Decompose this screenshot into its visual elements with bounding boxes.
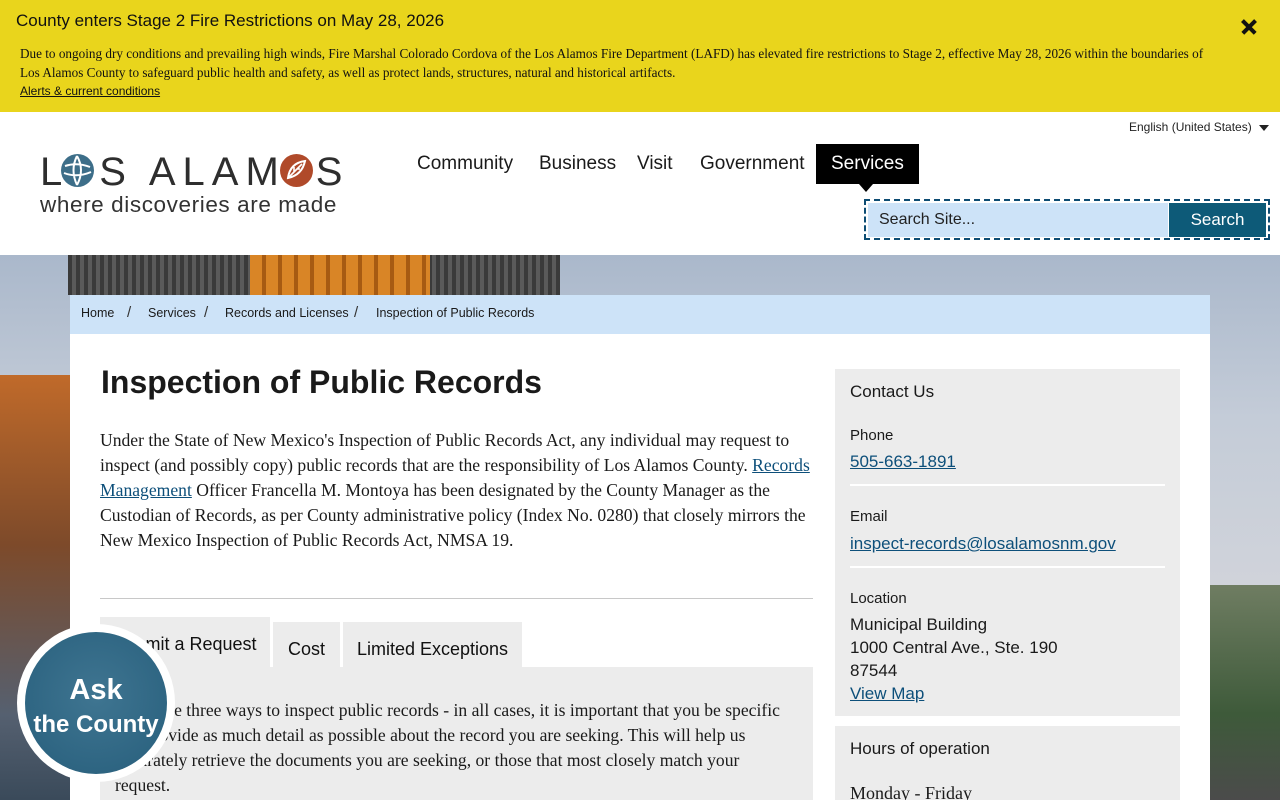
site-search: Search	[864, 199, 1270, 240]
nav-business[interactable]: Business	[539, 144, 616, 184]
alert-body: Due to ongoing dry conditions and prevai…	[20, 46, 1204, 80]
divider	[850, 484, 1165, 486]
nav-visit[interactable]: Visit	[637, 144, 673, 184]
breadcrumb-separator: /	[204, 304, 209, 321]
globe-icon	[61, 154, 94, 187]
location-label: Location	[850, 590, 907, 607]
email-label: Email	[850, 508, 888, 525]
nav-community[interactable]: Community	[417, 144, 513, 184]
logo-tagline: where discoveries are made	[40, 192, 337, 217]
breadcrumb-current: Inspection of Public Records	[376, 306, 535, 320]
search-input[interactable]	[868, 203, 1168, 237]
site-header: English (United States) LS ALAM S where d…	[0, 112, 1280, 255]
phone-link[interactable]: 505-663-1891	[850, 452, 956, 472]
view-map-link[interactable]: View Map	[850, 684, 924, 704]
hours-heading: Hours of operation	[850, 739, 990, 758]
ask-label-line2: the County	[33, 711, 159, 738]
contact-heading: Contact Us	[850, 382, 935, 401]
email-link[interactable]: inspect-records@losalamosnm.gov	[850, 534, 1116, 554]
hours-days: Monday - Friday	[850, 783, 972, 800]
search-button[interactable]: Search	[1169, 203, 1266, 237]
nav-services[interactable]: Services	[816, 144, 919, 184]
chevron-down-icon[interactable]	[1259, 125, 1269, 131]
tab-cost[interactable]: Cost	[273, 622, 340, 667]
breadcrumb-separator: /	[354, 304, 359, 321]
tab-limited-exceptions[interactable]: Limited Exceptions	[343, 622, 522, 667]
ask-badge: Ask the County	[25, 632, 167, 774]
language-selector[interactable]: English (United States)	[1129, 120, 1252, 134]
alert-banner: County enters Stage 2 Fire Restrictions …	[0, 0, 1280, 112]
location-building: Municipal Building	[850, 615, 988, 634]
breadcrumb-records-licenses[interactable]: Records and Licenses	[225, 306, 349, 320]
ask-the-county-button[interactable]: Ask the County	[17, 624, 175, 782]
close-icon[interactable]	[1238, 15, 1262, 39]
nav-government[interactable]: Government	[700, 144, 805, 184]
hero-trees	[1210, 585, 1280, 800]
location-address: 1000 Central Ave., Ste. 190	[850, 638, 1058, 657]
location-zip: 87544	[850, 661, 898, 680]
hero-panel	[250, 255, 430, 295]
page-title: Inspection of Public Records	[101, 364, 542, 400]
tab-panel-text: There are three ways to inspect public r…	[115, 700, 780, 795]
nav-active-pointer	[859, 184, 873, 192]
breadcrumb: Home / Services / Records and Licenses /…	[70, 295, 1210, 334]
phone-label: Phone	[850, 427, 894, 444]
breadcrumb-separator: /	[127, 304, 132, 321]
site-logo[interactable]: LS ALAM S where discoveries are made	[40, 150, 350, 220]
divider	[100, 598, 813, 599]
leaf-icon	[280, 154, 313, 187]
breadcrumb-home[interactable]: Home	[81, 306, 114, 320]
contact-box: Contact Us Phone 505-663-1891 Email insp…	[835, 369, 1180, 716]
intro-paragraph: Under the State of New Mexico's Inspecti…	[100, 430, 810, 550]
divider	[850, 566, 1165, 568]
ask-label-line1: Ask	[69, 674, 123, 706]
alerts-conditions-link[interactable]: Alerts & current conditions	[20, 84, 160, 98]
alert-title: County enters Stage 2 Fire Restrictions …	[16, 11, 445, 30]
breadcrumb-services[interactable]: Services	[148, 306, 196, 320]
hours-box: Hours of operation Monday - Friday	[835, 726, 1180, 800]
